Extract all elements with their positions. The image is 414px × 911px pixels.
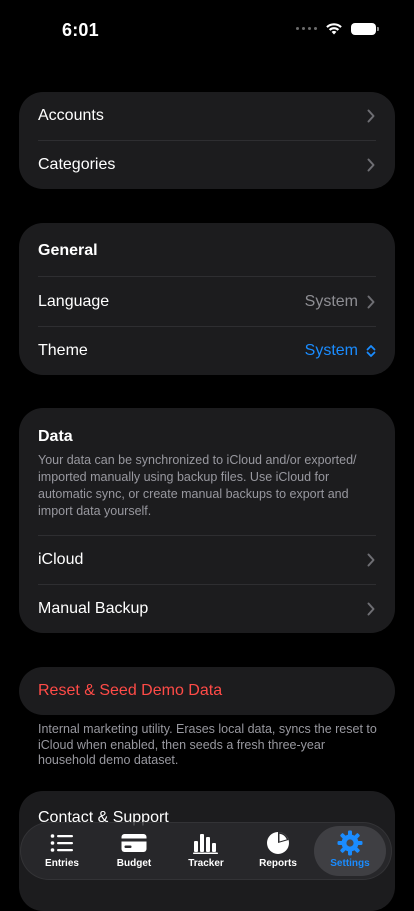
wifi-icon bbox=[326, 23, 342, 35]
tab-label: Tracker bbox=[188, 858, 224, 869]
accounts-row[interactable]: Accounts bbox=[38, 92, 376, 140]
manual-backup-label: Manual Backup bbox=[38, 600, 149, 617]
list-icon bbox=[50, 834, 73, 852]
credit-card-icon bbox=[121, 834, 147, 852]
general-card: General Language System Theme System bbox=[19, 223, 395, 375]
chevron-right-icon bbox=[367, 109, 375, 123]
battery-icon bbox=[351, 22, 379, 35]
language-value: System bbox=[304, 293, 358, 310]
categories-row[interactable]: Categories bbox=[38, 141, 376, 189]
divider bbox=[38, 276, 376, 277]
status-icons bbox=[296, 22, 379, 35]
general-section-title: General bbox=[38, 242, 98, 259]
tab-reports[interactable]: Reports bbox=[242, 826, 314, 876]
tab-settings[interactable]: Settings bbox=[314, 826, 386, 876]
manual-backup-row[interactable]: Manual Backup bbox=[38, 585, 376, 633]
icloud-label: iCloud bbox=[38, 551, 84, 568]
tab-label: Budget bbox=[116, 858, 152, 869]
chevron-right-icon bbox=[367, 158, 375, 172]
status-time: 6:01 bbox=[62, 20, 99, 40]
status-bar: 6:01 bbox=[0, 0, 414, 54]
tab-bar: Entries Budget Tracker Reports Settings bbox=[20, 822, 392, 880]
chevron-right-icon bbox=[367, 295, 375, 309]
accounts-card: Accounts Categories bbox=[19, 92, 395, 189]
reset-seed-demo-button[interactable]: Reset & Seed Demo Data bbox=[38, 667, 222, 715]
theme-picker[interactable]: System bbox=[305, 342, 376, 360]
reset-card[interactable]: Reset & Seed Demo Data bbox=[19, 667, 395, 715]
data-section-title: Data bbox=[38, 428, 73, 445]
tab-label: Entries bbox=[45, 858, 79, 869]
chevron-up-down-icon bbox=[366, 345, 376, 357]
theme-value: System bbox=[304, 342, 358, 359]
chevron-right-icon bbox=[367, 553, 375, 567]
language-row[interactable]: Language System bbox=[38, 278, 376, 326]
language-label: Language bbox=[38, 293, 110, 310]
categories-label: Categories bbox=[38, 156, 116, 173]
accounts-label: Accounts bbox=[38, 107, 104, 124]
chevron-right-icon bbox=[367, 602, 375, 616]
tab-budget[interactable]: Budget bbox=[98, 826, 170, 876]
tab-entries[interactable]: Entries bbox=[26, 826, 98, 876]
tab-label: Reports bbox=[259, 858, 297, 869]
reset-note: Internal marketing utility. Erases local… bbox=[38, 722, 377, 767]
data-card: Data Your data can be synchronized to iC… bbox=[19, 408, 395, 633]
bar-chart-icon bbox=[193, 834, 218, 854]
theme-label: Theme bbox=[38, 342, 88, 359]
data-description: Your data can be synchronized to iCloud … bbox=[38, 453, 357, 518]
cellular-signal-icon bbox=[296, 27, 317, 30]
gear-icon bbox=[337, 830, 363, 856]
icloud-row[interactable]: iCloud bbox=[38, 536, 376, 584]
theme-row: Theme System bbox=[38, 327, 376, 375]
pie-chart-icon bbox=[267, 832, 289, 854]
tab-tracker[interactable]: Tracker bbox=[170, 826, 242, 876]
tab-label: Settings bbox=[330, 858, 370, 869]
